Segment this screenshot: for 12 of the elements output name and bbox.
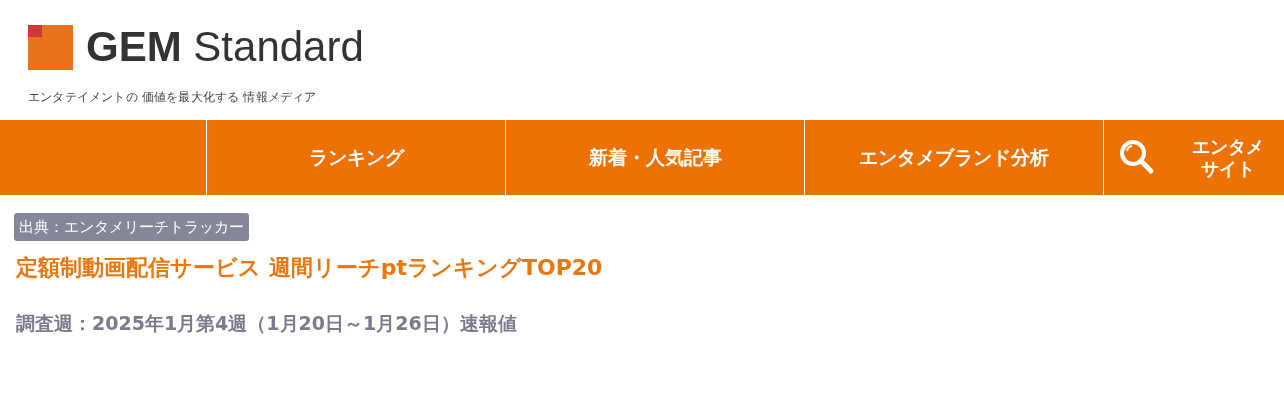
nav-link[interactable]: エンタメブランド分析	[804, 120, 1103, 195]
survey-week: 調査週：2025年1月第4週（1月20日～1月26日）速報値	[16, 311, 518, 336]
nav-link[interactable]: ランキング	[206, 120, 505, 195]
logo-icon	[28, 24, 73, 70]
tagline: エンタテイメントの 価値を最大化する 情報メディア	[28, 89, 318, 106]
nav-link[interactable]: 新着・人気記事	[505, 120, 804, 195]
logo-text[interactable]: GEM Standard	[86, 24, 364, 70]
nav-search-label: エンタメ	[1192, 135, 1264, 158]
nav-search-label: サイト	[1201, 157, 1255, 180]
source-badge: 出典：エンタメリーチトラッカー	[14, 213, 249, 241]
article-title: 定額制動画配信サービス 週間リーチptランキングTOP20	[16, 254, 604, 282]
nav-search-link[interactable]: エンタメ サイト	[1103, 120, 1281, 195]
